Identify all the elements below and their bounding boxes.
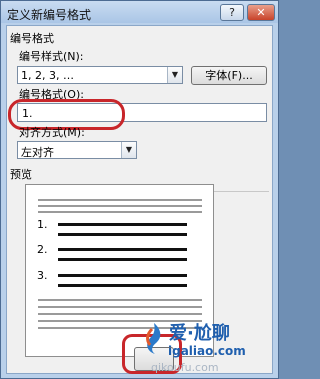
preview-text-line: [58, 233, 187, 236]
help-button[interactable]: ?: [220, 4, 244, 21]
preview-number: 2.: [37, 243, 48, 256]
number-style-value: 1, 2, 3, …: [21, 69, 74, 82]
number-style-label: 编号样式(N):: [19, 50, 84, 63]
dialog-title: 定义新编号格式: [7, 8, 92, 22]
preview-label: 预览: [10, 168, 32, 181]
chevron-down-icon[interactable]: ▼: [167, 67, 182, 83]
watermark-site-secondary: qikoufu.com: [151, 361, 219, 374]
preview-paragraph-line: [38, 211, 202, 213]
preview-paragraph-line: [38, 199, 202, 201]
alignment-label: 对齐方式(M):: [19, 126, 85, 139]
number-style-select[interactable]: 1, 2, 3, … ▼: [17, 66, 183, 84]
watermark-logo-icon: [146, 323, 161, 354]
preview-paragraph-line: [38, 205, 202, 207]
alignment-value: 左对齐: [21, 146, 54, 159]
watermark-brand: 爱·尬聊: [169, 323, 230, 344]
title-bar: 定义新编号格式 ? ✕: [1, 1, 278, 25]
preview-text-line: [58, 258, 187, 261]
preview-number: 1.: [37, 218, 48, 231]
chevron-down-icon[interactable]: ▼: [121, 142, 136, 158]
preview-text-line: [58, 274, 187, 277]
preview-text-line: [58, 248, 187, 251]
preview-text-line: [58, 284, 187, 287]
preview-paragraph-line: [38, 306, 202, 308]
font-button[interactable]: 字体(F)...: [191, 66, 267, 85]
watermark-site: igaliao.com: [168, 344, 246, 358]
dialog-body: 编号格式 编号样式(N): 1, 2, 3, … ▼ 字体(F)... 编号格式…: [6, 25, 273, 374]
preview-paragraph-line: [38, 299, 202, 301]
close-button[interactable]: ✕: [247, 4, 275, 21]
preview-number: 3.: [37, 269, 48, 282]
preview-text-line: [58, 223, 187, 226]
define-number-format-dialog: 定义新编号格式 ? ✕ 编号格式 编号样式(N): 1, 2, 3, … ▼ 字…: [0, 0, 279, 379]
preview-paragraph-line: [38, 313, 202, 315]
number-format-group-label: 编号格式: [10, 32, 54, 45]
alignment-select[interactable]: 左对齐 ▼: [17, 141, 137, 159]
